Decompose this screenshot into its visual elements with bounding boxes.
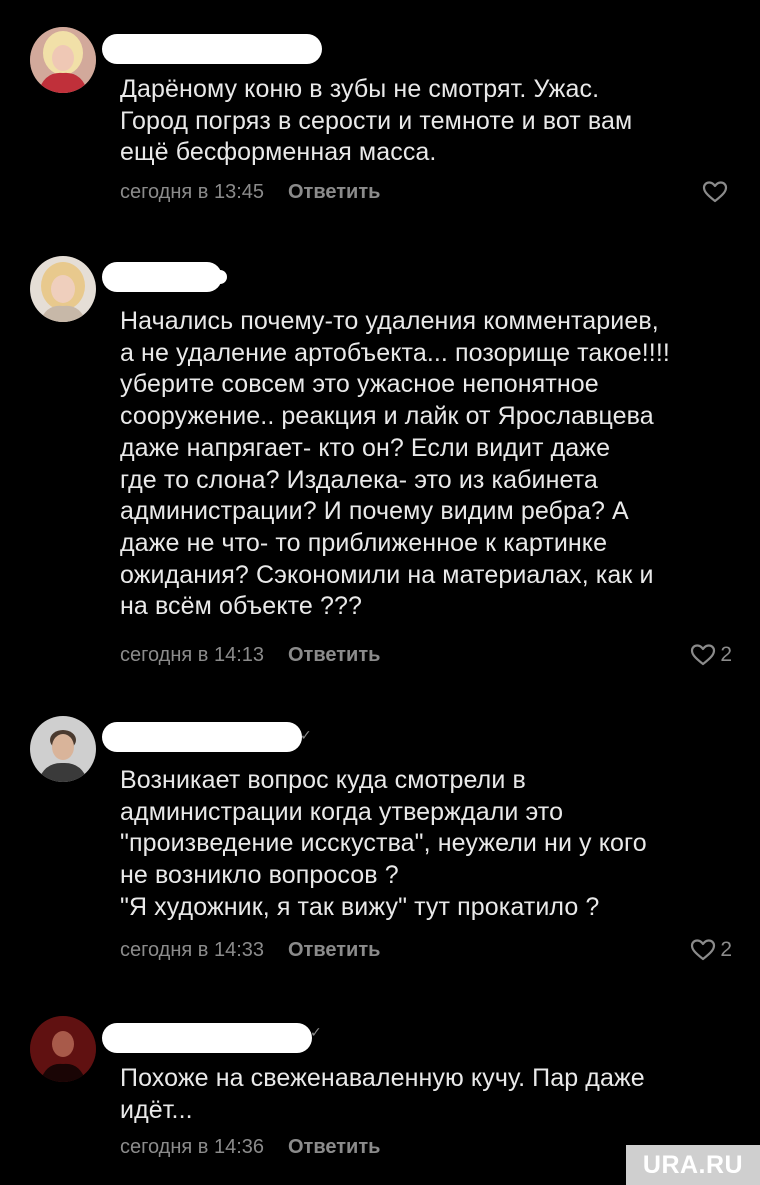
comment-text: Возникает вопрос куда смотрели в админис…	[120, 766, 647, 921]
comment-meta: сегодня в 14:33 Ответить	[120, 939, 380, 962]
watermark-logo: URA.RU	[626, 1145, 760, 1185]
like-button[interactable]: 2	[690, 643, 732, 667]
username-redacted	[102, 34, 322, 64]
like-button[interactable]	[702, 180, 732, 204]
reply-button[interactable]: Ответить	[288, 1136, 380, 1159]
reply-button[interactable]: Ответить	[288, 181, 380, 204]
verified-icon: ✓	[300, 727, 312, 743]
comment-meta: сегодня в 14:36 Ответить	[120, 1136, 380, 1159]
username-redacted	[102, 1023, 312, 1053]
like-count: 2	[720, 938, 732, 961]
avatar[interactable]	[30, 256, 96, 322]
comment-meta: сегодня в 13:45 Ответить	[120, 181, 380, 204]
comment-time: сегодня в 14:36	[120, 1136, 264, 1158]
comment-text: Начались почему-то удаления комментариев…	[120, 307, 670, 621]
avatar[interactable]	[30, 716, 96, 782]
avatar[interactable]	[30, 1016, 96, 1082]
reply-button[interactable]: Ответить	[288, 644, 380, 667]
heart-icon	[691, 644, 716, 666]
username-redacted	[102, 722, 302, 752]
reply-button[interactable]: Ответить	[288, 939, 380, 962]
comment-text: Дарёному коню в зубы не смотрят. Ужас. Г…	[120, 75, 633, 167]
verified-icon: ✓	[310, 1024, 322, 1040]
heart-icon	[691, 939, 716, 961]
heart-icon	[702, 181, 728, 203]
comment-time: сегодня в 13:45	[120, 181, 264, 203]
comment-time: сегодня в 14:33	[120, 939, 264, 961]
comment-time: сегодня в 14:13	[120, 644, 264, 666]
username-redacted-tail	[195, 270, 227, 284]
comment-text: Похоже на свеженаваленную кучу. Пар даже…	[120, 1064, 645, 1124]
comment-meta: сегодня в 14:13 Ответить	[120, 644, 380, 667]
like-button[interactable]: 2	[690, 938, 732, 962]
like-count: 2	[720, 643, 732, 666]
avatar[interactable]	[30, 27, 96, 93]
